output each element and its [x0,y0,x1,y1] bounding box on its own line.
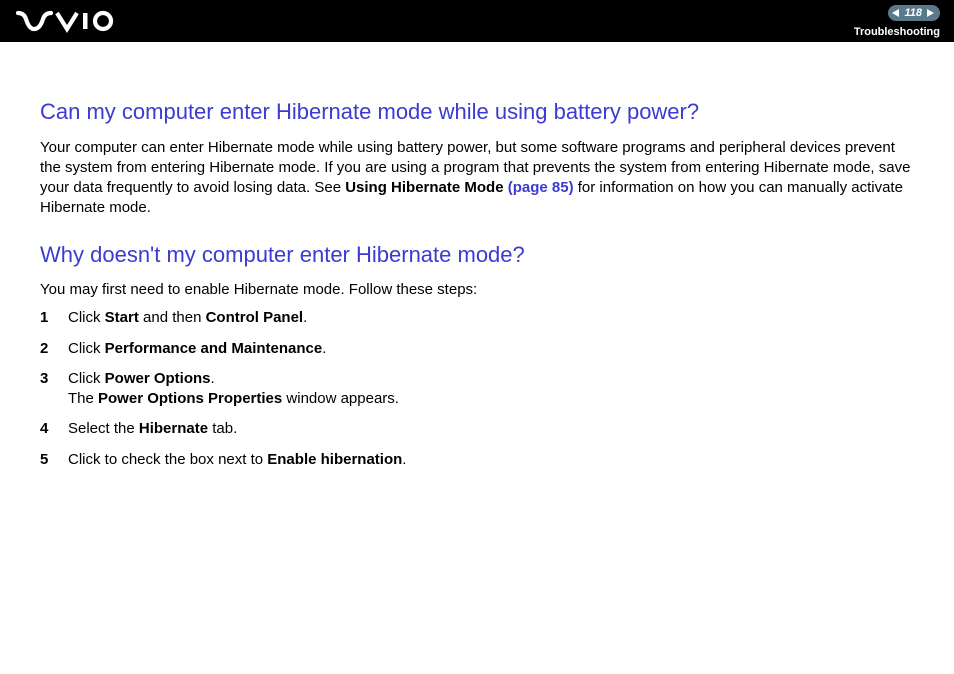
section2-heading: Why doesn't my computer enter Hibernate … [40,241,914,269]
text-bold: Control Panel [206,309,304,326]
step-body: Click Performance and Maintenance. [68,339,914,359]
next-page-icon[interactable] [927,9,934,17]
steps-list: 1 Click Start and then Control Panel. 2 … [40,308,914,470]
header-bar: 118 Troubleshooting [0,0,954,42]
text-bold: Enable hibernation [267,451,402,468]
step-number: 2 [40,339,68,359]
link-label[interactable]: Using Hibernate Mode [345,179,503,196]
text-bold: Start [105,309,139,326]
step-body: Select the Hibernate tab. [68,419,914,439]
step-number: 5 [40,450,68,470]
step-item: 2 Click Performance and Maintenance. [40,339,914,359]
text: and then [139,309,206,326]
text: The [68,390,98,407]
page-number: 118 [902,7,924,19]
text-bold: Power Options Properties [98,390,282,407]
step-number: 3 [40,369,68,389]
text: Click to check the box next to [68,451,267,468]
step-number: 1 [40,308,68,328]
step-item: 3 Click Power Options. The Power Options… [40,369,914,410]
step-body: Click Power Options. The Power Options P… [68,369,914,410]
link-page-ref[interactable]: (page 85) [508,179,574,196]
text: . [211,370,215,387]
step-body: Click Start and then Control Panel. [68,308,914,328]
text: Click [68,370,105,387]
step-number: 4 [40,419,68,439]
text: window appears. [282,390,399,407]
text: . [322,340,326,357]
prev-page-icon[interactable] [892,9,899,17]
page-content: Can my computer enter Hibernate mode whi… [0,42,954,500]
text: Select the [68,420,139,437]
text: Click [68,309,105,326]
step-body: Click to check the box next to Enable hi… [68,450,914,470]
vaio-logo [16,9,116,33]
step-item: 1 Click Start and then Control Panel. [40,308,914,328]
text: . [402,451,406,468]
section1-heading: Can my computer enter Hibernate mode whi… [40,98,914,126]
section1-paragraph: Your computer can enter Hibernate mode w… [40,138,914,219]
section2-intro: You may first need to enable Hibernate m… [40,280,914,300]
text-bold: Performance and Maintenance [105,340,323,357]
text: tab. [208,420,237,437]
header-right: 118 Troubleshooting [854,4,940,38]
step-item: 4 Select the Hibernate tab. [40,419,914,439]
step-item: 5 Click to check the box next to Enable … [40,450,914,470]
text: . [303,309,307,326]
breadcrumb[interactable]: Troubleshooting [854,26,940,38]
page-indicator[interactable]: 118 [888,5,940,21]
text-bold: Hibernate [139,420,208,437]
text: Click [68,340,105,357]
text-bold: Power Options [105,370,211,387]
